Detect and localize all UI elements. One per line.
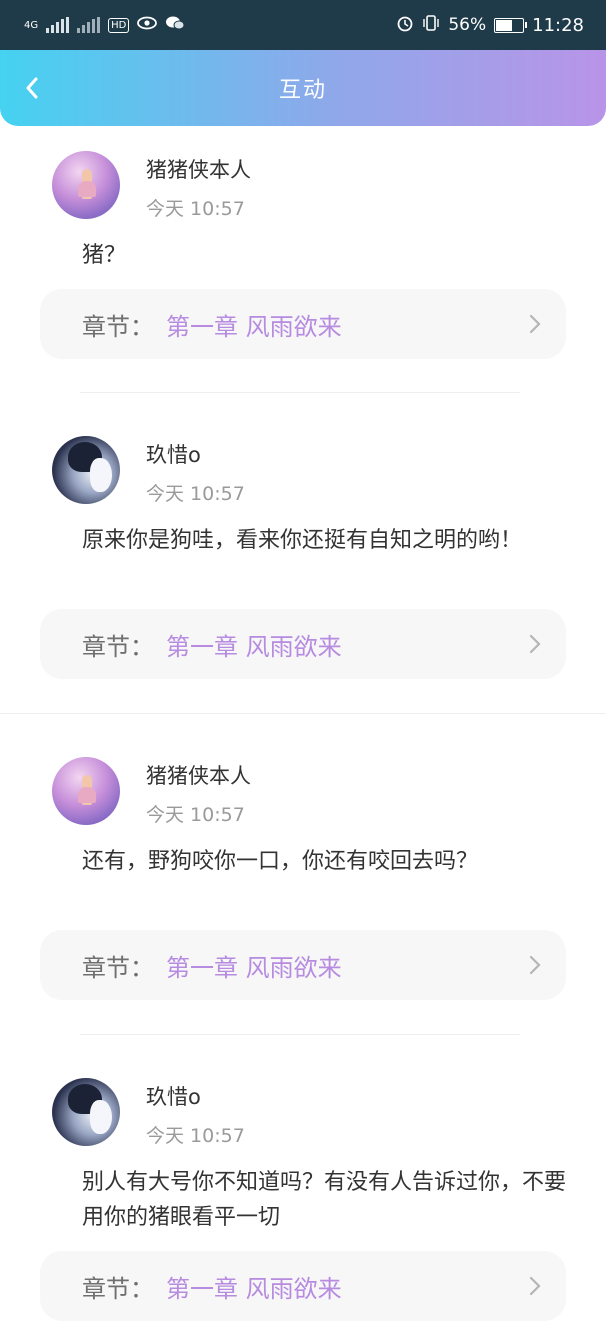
- comment-time: 今天 10:57: [146, 198, 245, 220]
- chapter-title: 第一章 风雨欲来: [166, 632, 342, 661]
- user-avatar[interactable]: [52, 1078, 120, 1146]
- clock: 11:28: [532, 14, 584, 36]
- username[interactable]: 玖惜o: [146, 1081, 201, 1111]
- network-label: 4G: [24, 19, 39, 31]
- user-avatar[interactable]: [52, 436, 120, 504]
- username[interactable]: 猪猪侠本人: [146, 760, 251, 790]
- username[interactable]: 玖惜o: [146, 439, 201, 469]
- battery-percent: 56%: [448, 15, 487, 35]
- chevron-right-icon: [529, 955, 541, 975]
- hd-icon: HD: [108, 17, 130, 33]
- comment-time: 今天 10:57: [146, 804, 245, 826]
- username[interactable]: 猪猪侠本人: [146, 154, 251, 184]
- chapter-label: 章节：: [82, 1274, 154, 1303]
- signal-icon: [77, 17, 101, 33]
- user-avatar[interactable]: [52, 151, 120, 219]
- alarm-icon: [396, 14, 414, 37]
- chevron-right-icon: [529, 1276, 541, 1296]
- comment-time: 今天 10:57: [146, 1125, 245, 1147]
- comment-item: 猪猪侠本人 今天 10:57 还有，野狗咬你一口，你还有咬回去吗？ 章节： 第一…: [0, 714, 606, 1034]
- chapter-label: 章节：: [82, 953, 154, 982]
- battery-icon: [494, 17, 528, 33]
- chevron-right-icon: [529, 634, 541, 654]
- vibrate-icon: [422, 14, 440, 37]
- app-header: 互动: [0, 50, 606, 126]
- chapter-label: 章节：: [82, 312, 154, 341]
- chevron-right-icon: [529, 314, 541, 334]
- chapter-title: 第一章 风雨欲来: [166, 312, 342, 341]
- eye-icon: [137, 15, 158, 35]
- comment-item: 玖惜o 今天 10:57 原来你是狗哇，看来你还挺有自知之明的哟！ 章节： 第一…: [0, 393, 606, 713]
- chapter-title: 第一章 风雨欲来: [166, 1274, 342, 1303]
- chapter-link[interactable]: 章节： 第一章 风雨欲来: [40, 289, 566, 359]
- comment-feed[interactable]: 猪猪侠本人 今天 10:57 猪？ 章节： 第一章 风雨欲来 玖惜o 今天 10…: [0, 140, 606, 1321]
- comment-text: 猪？: [82, 243, 127, 268]
- chapter-link[interactable]: 章节： 第一章 风雨欲来: [40, 930, 566, 1000]
- comment-item: 玖惜o 今天 10:57 别人有大号你不知道吗？有没有人告诉过你，不要用你的猪眼…: [0, 1035, 606, 1321]
- comment-text: 别人有大号你不知道吗？有没有人告诉过你，不要用你的猪眼看平一切: [82, 1170, 567, 1230]
- wechat-icon: [165, 15, 185, 36]
- comment-item: 猪猪侠本人 今天 10:57 猪？ 章节： 第一章 风雨欲来: [0, 140, 606, 392]
- comment-time: 今天 10:57: [146, 483, 245, 505]
- chapter-title: 第一章 风雨欲来: [166, 953, 342, 982]
- comment-text: 原来你是狗哇，看来你还挺有自知之明的哟！: [82, 528, 523, 553]
- chapter-link[interactable]: 章节： 第一章 风雨欲来: [40, 609, 566, 679]
- status-bar: 4G HD 56% 11:28: [0, 0, 606, 50]
- page-title: 互动: [278, 78, 327, 103]
- signal-icon: [46, 17, 70, 33]
- chapter-link[interactable]: 章节： 第一章 风雨欲来: [40, 1251, 566, 1321]
- chapter-label: 章节：: [82, 632, 154, 661]
- comment-text: 还有，野狗咬你一口，你还有咬回去吗？: [82, 849, 479, 874]
- back-arrow-icon[interactable]: [16, 70, 48, 106]
- user-avatar[interactable]: [52, 757, 120, 825]
